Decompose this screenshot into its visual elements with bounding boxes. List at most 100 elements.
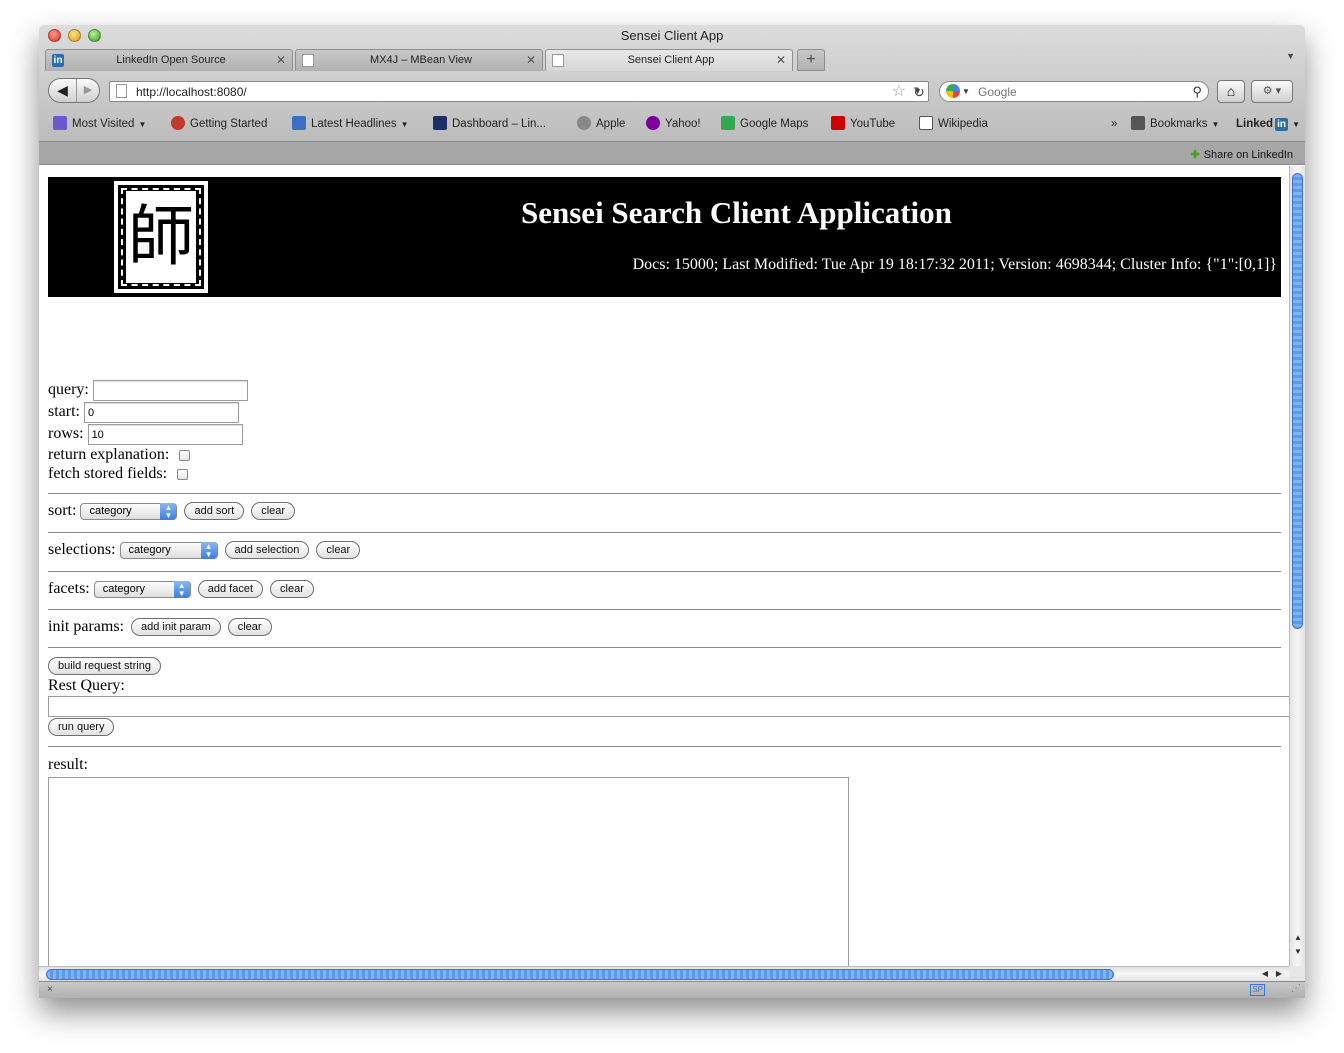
minimize-window-button[interactable]	[68, 29, 81, 42]
extension-menu-button[interactable]: ⚙ ▾	[1251, 80, 1293, 103]
search-icon[interactable]: ⚲	[1192, 82, 1202, 101]
tab-linkedin-open-source[interactable]: in LinkedIn Open Source ✕	[45, 49, 293, 71]
bookmark-most-visited[interactable]: Most Visited ▼	[53, 114, 146, 136]
divider	[48, 532, 1281, 533]
scroll-down-arrow-icon[interactable]: ▼	[1290, 946, 1305, 958]
result-textarea[interactable]	[48, 777, 849, 966]
chevron-down-icon: ▼	[400, 120, 409, 129]
facets-select-value: category	[102, 582, 145, 595]
url-input[interactable]	[134, 83, 854, 100]
build-request-string-button[interactable]: build request string	[48, 657, 161, 676]
linkedin-toolbar-button[interactable]: Linked in ▼	[1236, 114, 1300, 136]
facets-label: facets:	[48, 580, 90, 597]
zoom-window-button[interactable]	[88, 29, 101, 42]
sort-label: sort:	[48, 502, 77, 519]
selections-select[interactable]: category ▲ ▼	[119, 541, 218, 559]
clear-facets-button[interactable]: clear	[270, 580, 314, 599]
sort-row: sort: category ▲ ▼ add sort clear	[48, 501, 296, 521]
tab-close-icon[interactable]: ✕	[776, 50, 786, 71]
fetch-stored-fields-label: fetch stored fields:	[48, 465, 168, 482]
bookmark-label: Most Visited	[72, 118, 135, 130]
home-button[interactable]: ⌂	[1217, 80, 1245, 103]
add-sort-button[interactable]: add sort	[184, 502, 245, 521]
back-forward-group: ◀ ▶	[48, 78, 100, 103]
scroll-right-arrow-icon[interactable]: ▶	[1273, 967, 1285, 981]
run-query-row: run query	[48, 717, 115, 737]
clear-init-params-button[interactable]: clear	[227, 618, 272, 637]
bookmark-apple[interactable]: Apple	[577, 114, 625, 136]
add-selection-button[interactable]: add selection	[224, 541, 310, 560]
clear-sort-button[interactable]: clear	[251, 502, 296, 521]
bookmark-star-icon[interactable]: ☆	[892, 82, 906, 101]
page-title: Sensei Search Client Application	[521, 195, 952, 230]
most-visited-icon	[53, 116, 67, 130]
rss-icon	[292, 116, 306, 130]
rest-query-field[interactable]	[48, 696, 1289, 717]
scroll-left-arrow-icon[interactable]: ◀	[1259, 967, 1271, 981]
google-maps-icon	[721, 116, 735, 130]
bookmark-wikipedia[interactable]: Wikipedia	[919, 114, 988, 136]
url-bar[interactable]: ☆ ▼	[109, 81, 929, 102]
rows-input[interactable]	[87, 424, 243, 445]
scroll-up-arrow-icon[interactable]: ▲	[1290, 932, 1305, 944]
rest-query-label: Rest Query:	[48, 677, 125, 694]
horizontal-scrollbar[interactable]: ◀ ▶	[39, 966, 1289, 981]
sp-badge-icon[interactable]: SP	[1250, 984, 1265, 996]
forward-button[interactable]: ▶	[77, 79, 99, 102]
sort-select[interactable]: category ▲ ▼	[80, 502, 178, 520]
search-input[interactable]	[976, 83, 1176, 100]
bookmark-label: Dashboard – Lin...	[452, 118, 546, 130]
init-params-label: init params:	[48, 618, 124, 635]
tab-close-icon[interactable]: ✕	[276, 50, 286, 71]
list-all-tabs-icon[interactable]: ▼	[1286, 51, 1295, 61]
linkedin-toolbar-label: Linked	[1236, 118, 1274, 130]
reload-icon[interactable]: ↻	[909, 83, 929, 102]
page-icon	[302, 54, 314, 67]
query-input[interactable]	[92, 380, 248, 401]
bookmark-google-maps[interactable]: Google Maps	[721, 114, 808, 136]
clear-selections-button[interactable]: clear	[316, 541, 361, 560]
bookmark-youtube[interactable]: YouTube	[831, 114, 895, 136]
horizontal-scroll-thumb[interactable]	[46, 969, 1114, 980]
rows-label: rows:	[48, 425, 84, 443]
bookmark-label: Getting Started	[190, 118, 268, 130]
back-button[interactable]: ◀	[49, 79, 77, 102]
tab-sensei-client-app[interactable]: Sensei Client App ✕	[545, 49, 793, 71]
bookmark-latest-headlines[interactable]: Latest Headlines ▼	[292, 114, 409, 136]
bookmark-yahoo[interactable]: Yahoo!	[646, 114, 701, 136]
return-explanation-checkbox[interactable]	[179, 449, 191, 461]
google-icon[interactable]	[946, 84, 960, 98]
bookmark-dashboard[interactable]: Dashboard – Lin...	[433, 114, 546, 136]
bookmark-label: YouTube	[850, 118, 896, 130]
bookmarks-overflow-chevron-icon[interactable]: »	[1111, 114, 1117, 136]
close-window-button[interactable]	[48, 29, 61, 42]
fetch-stored-fields-checkbox[interactable]	[177, 468, 189, 480]
start-input[interactable]	[84, 402, 239, 423]
tab-mx4j-mbean-view[interactable]: MX4J – MBean View ✕	[295, 49, 543, 71]
youtube-icon	[831, 116, 845, 130]
divider	[48, 746, 1281, 747]
close-icon[interactable]: ×	[47, 984, 53, 995]
share-on-linkedin-button[interactable]: ✚ Share on LinkedIn	[1190, 142, 1293, 168]
tab-label: Sensei Client App	[627, 54, 715, 66]
new-tab-button[interactable]: +	[797, 49, 825, 71]
add-facet-button[interactable]: add facet	[197, 580, 264, 599]
selections-select-value: category	[128, 543, 171, 556]
run-query-button[interactable]: run query	[48, 718, 115, 737]
yahoo-icon	[646, 116, 660, 130]
bookmarks-menu-button[interactable]: Bookmarks ▼	[1131, 114, 1219, 136]
scrollbar-corner	[1289, 966, 1305, 981]
tab-close-icon[interactable]: ✕	[526, 50, 536, 71]
search-bar[interactable]: ▼ ⚲	[939, 81, 1209, 102]
build-request-row: build request string	[48, 656, 161, 676]
bookmark-getting-started[interactable]: Getting Started	[171, 114, 267, 136]
logo-glyph: 師	[126, 191, 196, 283]
vertical-scrollbar[interactable]: ▲ ▼	[1289, 166, 1305, 966]
divider	[48, 571, 1281, 572]
divider	[48, 493, 1281, 494]
add-init-param-button[interactable]: add init param	[130, 618, 221, 637]
vertical-scroll-thumb[interactable]	[1292, 173, 1303, 629]
resize-grip-icon[interactable]: ⋰	[1291, 983, 1301, 994]
facets-select[interactable]: category ▲ ▼	[93, 580, 191, 598]
search-engine-dropdown-icon[interactable]: ▼	[962, 82, 970, 101]
